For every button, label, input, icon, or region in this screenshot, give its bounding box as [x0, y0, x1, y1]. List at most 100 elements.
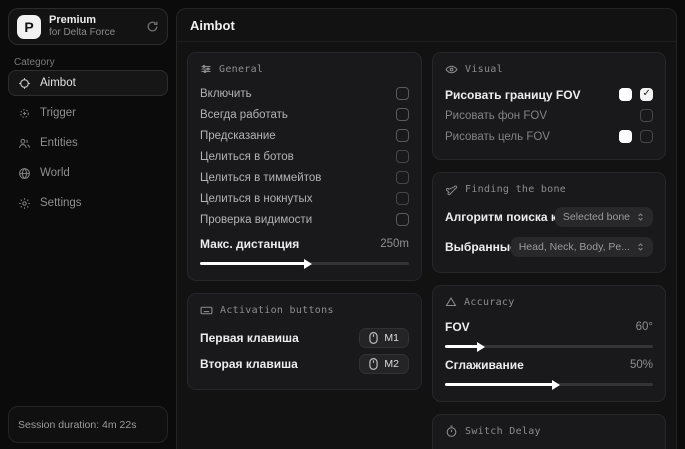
sidebar-item-label: World [40, 167, 70, 179]
slider-fill [445, 383, 553, 386]
select-value: Head, Neck, Body, Pe... [519, 241, 630, 253]
chevron-updown-icon [636, 242, 645, 252]
checkbox[interactable] [396, 150, 409, 163]
bone-algorithm-select[interactable]: Selected bone [555, 207, 653, 227]
checkbox[interactable] [640, 88, 653, 101]
sidebar: P Premium for Delta Force Category Aimbo… [0, 0, 176, 449]
checkbox[interactable] [396, 213, 409, 226]
triangle-icon [445, 296, 457, 308]
sidebar-item-trigger[interactable]: Trigger [8, 100, 168, 126]
accuracy-section: Accuracy FOV 60° Сглаживание 50% [432, 285, 666, 402]
key-label: M2 [384, 358, 399, 370]
max-distance-row: Макс. дистанция 250m [200, 233, 409, 254]
first-key-bind-button[interactable]: M1 [359, 328, 409, 348]
checkbox[interactable] [640, 109, 653, 122]
section-title: Activation buttons [220, 305, 334, 316]
first-key-row: Первая клавиша M1 [200, 325, 409, 351]
setting-row-visibility-check: Проверка видимости [200, 209, 409, 230]
selected-bones-select[interactable]: Head, Neck, Body, Pe... [511, 237, 653, 257]
sidebar-item-label: Aimbot [40, 77, 76, 89]
setting-row-target-knocked: Целиться в нокнутых [200, 188, 409, 209]
globe-icon [18, 167, 31, 180]
slider-fill [445, 345, 478, 348]
sidebar-item-label: Trigger [40, 107, 76, 119]
setting-row-enable: Включить [200, 83, 409, 104]
bone-icon [445, 183, 458, 196]
section-title: General [219, 64, 263, 75]
finding-bone-section: Finding the bone Алгоритм поиска кост Se… [432, 172, 666, 273]
gear-icon [18, 197, 31, 210]
category-label: Category [14, 57, 55, 68]
key-label: M1 [384, 332, 399, 344]
color-swatch[interactable] [619, 130, 632, 143]
smoothing-slider[interactable] [445, 383, 653, 386]
setting-row-prediction: Предсказание [200, 125, 409, 146]
max-distance-value: 250m [380, 238, 409, 250]
sidebar-item-label: Entities [40, 137, 78, 149]
smoothing-value: 50% [630, 359, 653, 371]
main-panel: Aimbot General Включить Всегда работать [176, 8, 677, 449]
section-title: Switch Delay [465, 426, 541, 437]
second-key-row: Вторая клавиша M2 [200, 351, 409, 377]
session-card: Session duration: 4m 22s [8, 406, 168, 443]
general-section: General Включить Всегда работать Предска… [187, 52, 422, 281]
mouse-icon [369, 358, 378, 370]
smoothing-row: Сглаживание 50% [445, 354, 653, 375]
brand-card: P Premium for Delta Force [8, 8, 168, 45]
sliders-icon [200, 63, 212, 75]
logo-letter: P [24, 19, 33, 35]
selected-bones-row: Выбранные кос Head, Neck, Body, Pe... [445, 234, 653, 260]
fov-slider[interactable] [445, 345, 653, 348]
page-title: Aimbot [190, 18, 235, 33]
section-title: Accuracy [464, 297, 515, 308]
sidebar-item-aimbot[interactable]: Aimbot [8, 70, 168, 96]
checkbox[interactable] [396, 108, 409, 121]
accuracy-section-header: Accuracy [445, 296, 653, 308]
eye-icon [445, 63, 458, 76]
brand-subtitle: for Delta Force [49, 27, 138, 39]
checkbox[interactable] [396, 129, 409, 142]
session-duration: Session duration: 4m 22s [18, 419, 136, 431]
checkbox[interactable] [396, 87, 409, 100]
activation-buttons-section: Activation buttons Первая клавиша M1 Вто… [187, 293, 422, 390]
app-logo: P [17, 15, 41, 39]
checkbox[interactable] [396, 171, 409, 184]
panel-header: Aimbot [177, 9, 676, 42]
visual-section-header: Visual [445, 63, 653, 76]
visual-section: Visual Рисовать границу FOV Рисовать фон… [432, 52, 666, 160]
setting-row-target-bots: Целиться в ботов [200, 146, 409, 167]
sidebar-item-world[interactable]: World [8, 160, 168, 186]
mouse-icon [369, 332, 378, 344]
sidebar-nav: Aimbot Trigger Entities World Settings [8, 70, 168, 216]
keyboard-icon [200, 304, 213, 317]
bone-section-header: Finding the bone [445, 183, 653, 196]
brand-text: Premium for Delta Force [49, 14, 138, 38]
fov-target-row: Рисовать цель FOV [445, 126, 653, 147]
timer-icon [445, 425, 458, 438]
select-value: Selected bone [563, 211, 630, 223]
fov-border-row: Рисовать границу FOV [445, 84, 653, 105]
setting-row-target-teammates: Целиться в тиммейтов [200, 167, 409, 188]
section-title: Finding the bone [465, 184, 566, 195]
checkbox[interactable] [640, 130, 653, 143]
brand-title: Premium [49, 14, 138, 27]
general-section-header: General [200, 63, 409, 75]
switch-delay-section-header: Switch Delay [445, 425, 653, 438]
slider-fill [200, 262, 305, 265]
fov-row: FOV 60° [445, 316, 653, 337]
bone-algorithm-row: Алгоритм поиска кост Selected bone [445, 204, 653, 230]
entities-icon [18, 137, 31, 150]
fov-background-row: Рисовать фон FOV [445, 105, 653, 126]
activation-section-header: Activation buttons [200, 304, 409, 317]
second-key-bind-button[interactable]: M2 [359, 354, 409, 374]
switch-delay-section: Switch Delay Задержка переключения Задер… [432, 414, 666, 449]
sidebar-item-settings[interactable]: Settings [8, 190, 168, 216]
setting-row-always-work: Всегда работать [200, 104, 409, 125]
crosshair-icon [18, 77, 31, 90]
color-swatch[interactable] [619, 88, 632, 101]
sidebar-item-entities[interactable]: Entities [8, 130, 168, 156]
checkbox[interactable] [396, 192, 409, 205]
fov-value: 60° [636, 321, 653, 333]
max-distance-slider[interactable] [200, 262, 409, 265]
refresh-icon[interactable] [146, 20, 159, 33]
